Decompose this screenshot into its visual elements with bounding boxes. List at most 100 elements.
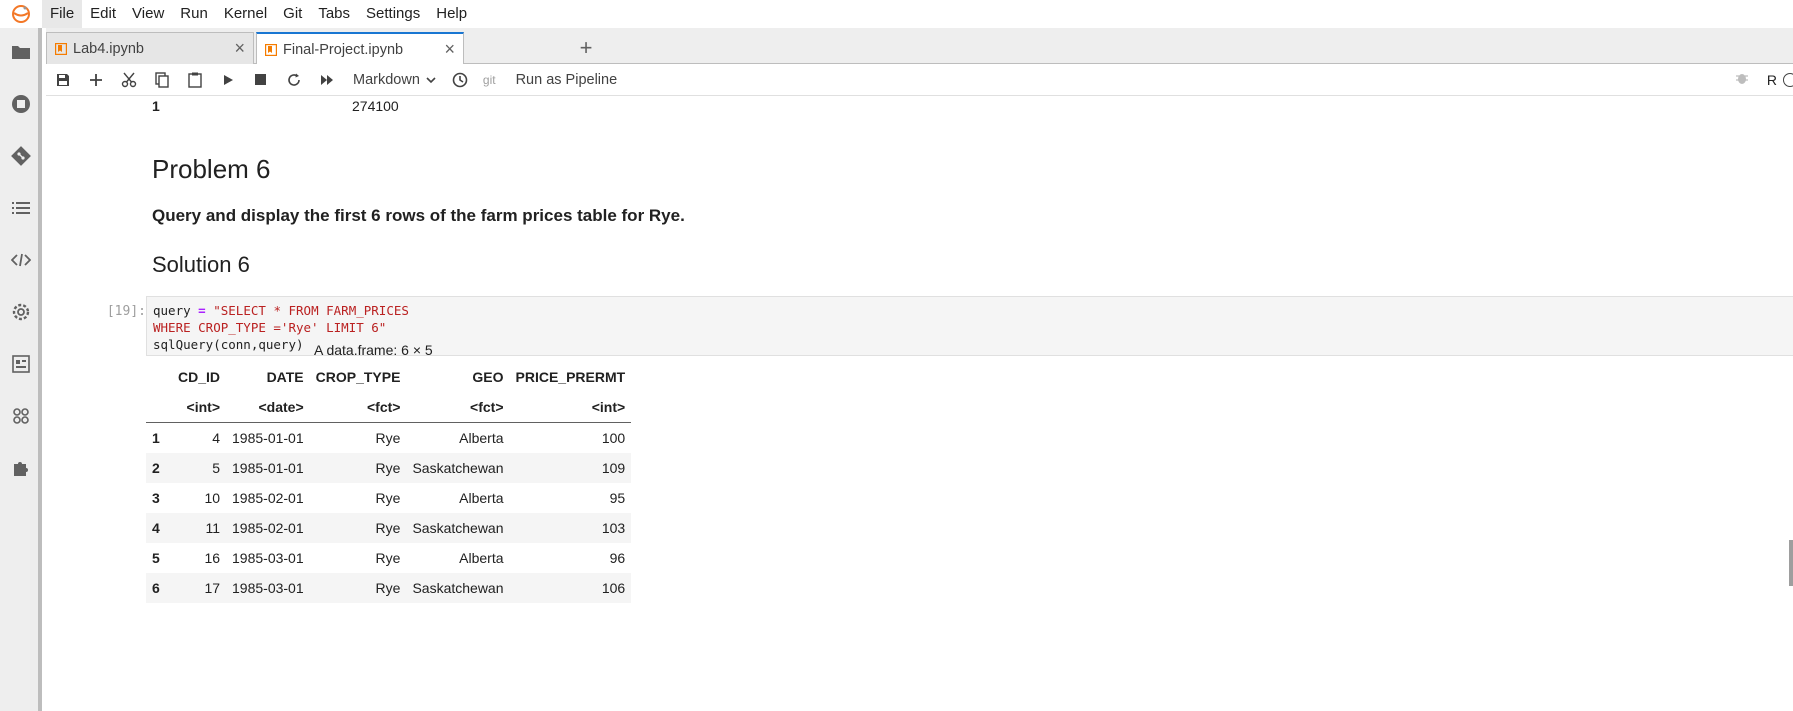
table-cell: 1985-03-01 [232, 550, 304, 566]
table-cell: Alberta [459, 550, 504, 566]
table-cell: Saskatchewan [412, 520, 504, 536]
running-icon[interactable] [10, 93, 32, 115]
jupyter-logo-icon [0, 0, 42, 28]
problem-description: Query and display the first 6 rows of th… [152, 206, 685, 225]
restart-icon[interactable] [277, 66, 310, 94]
table-cell: Rye [375, 580, 401, 596]
cell-type-label: Markdown [353, 71, 420, 88]
close-icon[interactable]: × [444, 39, 455, 60]
table-cell: 109 [601, 460, 626, 476]
menu-settings[interactable]: Settings [358, 0, 428, 28]
tab-final-project[interactable]: Final-Project.ipynb × [256, 32, 464, 65]
table-cell: 103 [601, 520, 626, 536]
table-cell: 1985-02-01 [232, 490, 304, 506]
notebook-panel: 1 274100 Problem 6 Query and display the… [46, 96, 1793, 711]
run-as-pipeline-button[interactable]: Run as Pipeline [516, 72, 618, 88]
menu-bar: File Edit View Run Kernel Git Tabs Setti… [0, 0, 1793, 28]
copy-icon[interactable] [145, 66, 178, 94]
kernel-name[interactable]: R [1767, 72, 1777, 88]
row-index: 5 [152, 550, 160, 566]
column-type: <fct> [406, 392, 510, 423]
kernel-area: R [1735, 64, 1793, 96]
cut-icon[interactable] [112, 66, 145, 94]
table-cell: Rye [375, 490, 401, 506]
column-header: PRICE_PRERMT [515, 369, 626, 385]
menu-run[interactable]: Run [172, 0, 216, 28]
table-cell: 4 [212, 430, 221, 446]
paste-icon[interactable] [178, 66, 211, 94]
add-icon[interactable] [79, 66, 112, 94]
fast-forward-icon[interactable] [310, 66, 343, 94]
chevron-down-icon [426, 72, 436, 88]
tab-label: Lab4.ipynb [73, 40, 144, 57]
table-row: 2 5 1985-01-01 Rye Saskatchewan 109 [146, 453, 632, 483]
table-cell: 100 [601, 430, 626, 446]
scrollbar-thumb[interactable] [1789, 540, 1793, 586]
table-cell: Alberta [459, 490, 504, 506]
dataframe-caption: A data.frame: 6 × 5 [314, 342, 433, 358]
puzzle-icon[interactable] [10, 457, 32, 479]
row-index: 1 [152, 430, 160, 446]
git-icon[interactable] [10, 145, 32, 167]
property-inspector-icon[interactable] [10, 353, 32, 375]
table-cell: Alberta [459, 430, 504, 446]
menu-help[interactable]: Help [428, 0, 475, 28]
corner-cell [146, 362, 172, 392]
git-label[interactable]: git [483, 73, 496, 87]
column-header: DATE [266, 369, 304, 385]
row-index: 1 [152, 98, 160, 114]
cell-prompt: [19]: [106, 304, 146, 319]
table-cell: Rye [375, 430, 401, 446]
tab-lab4[interactable]: Lab4.ipynb × [46, 32, 254, 64]
save-icon[interactable] [46, 66, 79, 94]
new-tab-button[interactable]: + [572, 34, 600, 62]
dataframe-table: CD_ID DATE CROP_TYPE GEO PRICE_PRERMT <i… [146, 362, 632, 603]
cell-type-select[interactable]: Markdown [353, 72, 436, 88]
menu-view[interactable]: View [124, 0, 172, 28]
menu-kernel[interactable]: Kernel [216, 0, 275, 28]
column-type: <fct> [309, 392, 407, 423]
table-cell: 106 [601, 580, 626, 596]
type-row: <int> <date> <fct> <fct> <int> [146, 392, 632, 423]
table-cell: 1985-01-01 [232, 430, 304, 446]
run-icon[interactable] [211, 66, 244, 94]
row-value: 274100 [352, 98, 399, 114]
problem-heading: Problem 6 [152, 154, 271, 184]
header-row: CD_ID DATE CROP_TYPE GEO PRICE_PRERMT [146, 362, 631, 392]
code-line-2: WHERE CROP_TYPE ='Rye' LIMIT 6" [153, 320, 387, 335]
notebook-icon [264, 43, 278, 56]
row-index: 2 [152, 460, 160, 476]
notebook-toolbar: Markdown git Run as Pipeline R [46, 64, 1793, 96]
code-line-1: query = "SELECT * FROM FARM_PRICES [153, 303, 409, 318]
table-cell: 17 [204, 580, 221, 596]
corner-cell [146, 392, 172, 423]
table-cell: 5 [212, 460, 221, 476]
code-snippet-icon[interactable] [10, 249, 32, 271]
menu-edit[interactable]: Edit [82, 0, 124, 28]
menu-file[interactable]: File [42, 0, 83, 28]
table-cell: 95 [609, 490, 626, 506]
row-index: 4 [152, 520, 160, 536]
stop-icon[interactable] [244, 66, 277, 94]
close-icon[interactable]: × [234, 38, 245, 59]
previous-output-row: 1 274100 [152, 98, 399, 114]
table-row: 6 17 1985-03-01 Rye Saskatchewan 106 [146, 573, 632, 603]
column-type: <int> [172, 392, 227, 423]
table-cell: 1985-02-01 [232, 520, 304, 536]
toc-icon[interactable] [10, 197, 32, 219]
extension-grid-icon[interactable] [10, 405, 32, 427]
table-cell: Rye [375, 520, 401, 536]
column-header: CD_ID [178, 369, 221, 385]
table-row: 4 11 1985-02-01 Rye Saskatchewan 103 [146, 513, 632, 543]
menu-tabs[interactable]: Tabs [310, 0, 358, 28]
table-cell: 1985-01-01 [232, 460, 304, 476]
folder-icon[interactable] [10, 41, 32, 63]
bug-icon[interactable] [1735, 71, 1749, 90]
column-type: <date> [226, 392, 310, 423]
table-row: 3 10 1985-02-01 Rye Alberta 95 [146, 483, 631, 513]
menu-git[interactable]: Git [275, 0, 310, 28]
clock-icon[interactable] [444, 66, 477, 94]
kernel-status-icon [1783, 73, 1793, 87]
settings-gear-icon[interactable] [10, 301, 32, 323]
table-row: 5 16 1985-03-01 Rye Alberta 96 [146, 543, 631, 573]
